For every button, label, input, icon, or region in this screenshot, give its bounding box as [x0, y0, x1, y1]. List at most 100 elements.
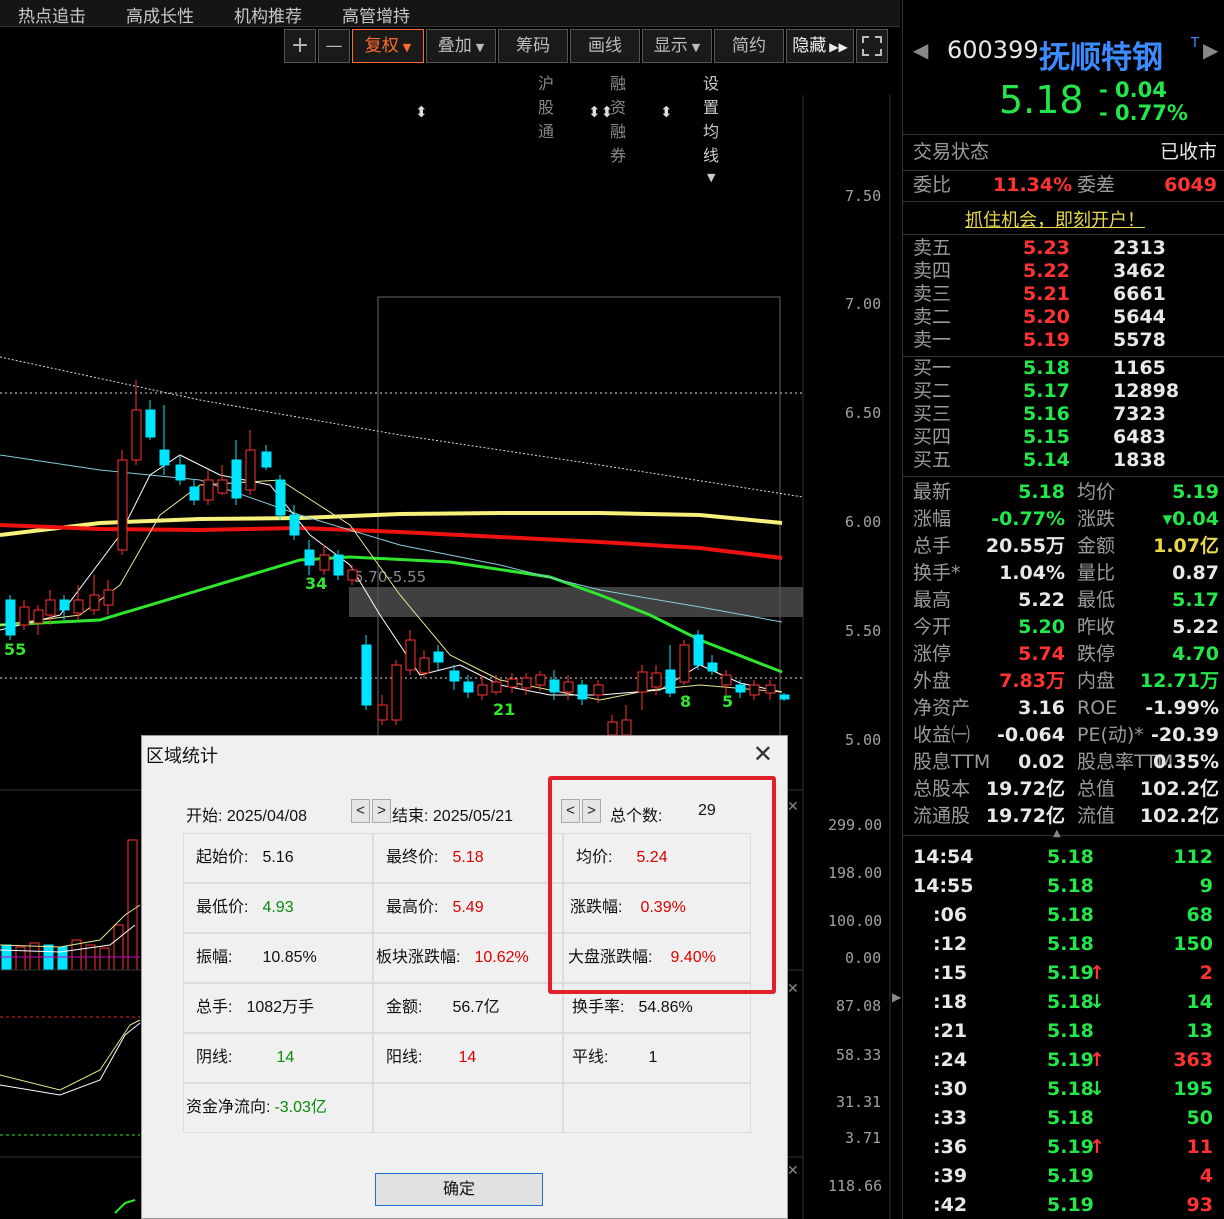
level-label: 卖三	[913, 283, 952, 305]
next-stock-icon[interactable]: ▶	[1203, 38, 1218, 62]
quote-value: 5.17	[1172, 589, 1219, 611]
bid-row[interactable]: 买一 5.18 1165	[903, 357, 1224, 380]
quote-value: 102.2亿	[1139, 805, 1219, 827]
double-chevron-right-icon: ▶▶	[829, 40, 848, 54]
tick-list[interactable]: 14:54 5.18 112 14:55 5.18 9:06 5.18 68:12…	[903, 844, 1224, 1219]
yincang-button[interactable]: 隐藏 ▶▶	[786, 29, 854, 63]
diejia-dropdown[interactable]: 叠加 ▼	[426, 29, 496, 63]
bid-row[interactable]: 买二 5.17 12898	[903, 380, 1224, 403]
close-panel-icon[interactable]: ✕	[787, 1163, 799, 1179]
quote-label: 总股本	[913, 778, 971, 800]
quote-label: 均价	[1077, 481, 1116, 503]
open-label: 起始价:	[196, 849, 249, 866]
ask-row[interactable]: 卖四 5.22 3462	[903, 260, 1224, 283]
marker-arrow-icon: ⬍	[660, 103, 673, 121]
tick-row: :39 5.19 4	[903, 1163, 1224, 1190]
candle	[749, 684, 760, 696]
open-account-link[interactable]: 抓住机会，即刻开户！	[965, 206, 1145, 232]
prev-stock-icon[interactable]: ◀	[913, 38, 928, 62]
ask-row[interactable]: 卖二 5.20 5644	[903, 306, 1224, 329]
volume-bar	[127, 839, 138, 971]
level-label: 买五	[913, 449, 952, 471]
tick-price: 5.18	[1047, 846, 1094, 868]
candle	[721, 674, 732, 686]
bid-row[interactable]: 买三 5.16 7323	[903, 403, 1224, 426]
collapse-handle-icon[interactable]: ▶	[892, 990, 902, 1020]
close-panel-icon[interactable]: ✕	[787, 981, 799, 997]
quote-value: -1.99%	[1145, 697, 1219, 719]
huaxian-button[interactable]: 画线	[570, 29, 640, 63]
amplitude-cell: 振幅: 10.85%	[183, 933, 373, 983]
bid-row[interactable]: 买四 5.15 6483	[903, 426, 1224, 449]
tick-volume: 93	[1186, 1194, 1213, 1216]
start-date: 开始: 2025/04/08	[186, 802, 307, 826]
level-volume: 5644	[1113, 306, 1166, 328]
quote-label: 内盘	[1077, 670, 1116, 692]
menu-item-institution[interactable]: 机构推荐	[234, 2, 302, 27]
tick-row: 14:55 5.18 9	[903, 873, 1224, 900]
candle	[275, 479, 286, 516]
fullscreen-button[interactable]	[856, 29, 888, 63]
ask-row[interactable]: 卖一 5.19 5578	[903, 329, 1224, 352]
quote-row: 总股本 19.72亿 总值 102.2亿	[903, 776, 1224, 803]
close-icon[interactable]: ✕	[753, 740, 773, 769]
quote-value: 0.87	[1172, 562, 1219, 584]
expand-icon[interactable]: ▲	[1053, 828, 1061, 839]
ask-row[interactable]: 卖五 5.23 2313	[903, 237, 1224, 260]
close-panel-icon[interactable]: ✕	[787, 799, 799, 815]
candle	[347, 569, 358, 581]
quote-label: 股息TTM	[913, 751, 991, 773]
quote-value: 5.19	[1172, 481, 1219, 503]
jianyue-button[interactable]: 简约	[714, 29, 784, 63]
candle	[405, 639, 416, 671]
sector-label: 板块涨跌幅:	[376, 949, 461, 966]
bid-row[interactable]: 买五 5.14 1838	[903, 449, 1224, 472]
quote-label: 涨幅	[913, 508, 952, 530]
level-price: 5.14	[1023, 449, 1070, 471]
high-price-cell: 最高价: 5.49	[373, 883, 563, 933]
zoom-in-button[interactable]: +	[284, 29, 316, 63]
start-next-button[interactable]: >	[372, 799, 391, 823]
close-price-cell: 最终价: 5.18	[373, 833, 563, 883]
fuquan-label: 复权	[364, 36, 399, 56]
price-tick: 5.50	[845, 622, 881, 640]
divider	[903, 476, 1224, 477]
order-book: 卖五 5.23 2313 卖四 5.22 3462 卖三 5.21 6661 卖二 5…	[903, 237, 1224, 473]
tick-volume: 195	[1173, 1078, 1213, 1100]
candle	[535, 674, 546, 686]
menu-item-hot[interactable]: 热点追击	[18, 2, 86, 27]
quote-value: 19.72亿	[985, 778, 1065, 800]
ok-button[interactable]: 确定	[375, 1173, 543, 1206]
chouma-button[interactable]: 筹码	[498, 29, 568, 63]
tick-time: :42	[933, 1194, 968, 1216]
level-volume: 7323	[1113, 403, 1166, 425]
tick-volume: 68	[1186, 904, 1213, 926]
zoom-out-button[interactable]: —	[318, 29, 350, 63]
tick-row: :24 5.19 ↑ 363	[903, 1047, 1224, 1074]
fund-flow-cell: 资金净流向: -3.03亿	[183, 1083, 373, 1133]
tick-time: :15	[933, 962, 968, 984]
tick-volume: 9	[1199, 875, 1213, 897]
level-volume: 12898	[1113, 380, 1180, 402]
quote-row: 涨停 5.74 跌停 4.70	[903, 641, 1224, 668]
ind-line	[0, 1019, 141, 1091]
divider	[903, 356, 1224, 357]
quote-value: 5.22	[1018, 589, 1065, 611]
tick-row: :42 5.19 93	[903, 1192, 1224, 1219]
fuquan-dropdown[interactable]: 复权 ▼	[352, 29, 424, 63]
xianshi-dropdown[interactable]: 显示 ▼	[642, 29, 712, 63]
candle	[607, 721, 618, 736]
quote-value: -20.39	[1151, 724, 1219, 746]
chevron-down-icon: ▼	[475, 41, 485, 54]
xianshi-label: 显示	[653, 36, 688, 56]
menu-item-growth[interactable]: 高成长性	[126, 2, 194, 27]
candle	[145, 409, 156, 438]
quote-label: 流通股	[913, 805, 971, 827]
candle	[651, 672, 662, 688]
ask-row[interactable]: 卖三 5.21 6661	[903, 283, 1224, 306]
menu-item-exec-buy[interactable]: 高管增持	[342, 2, 410, 27]
quote-value: 5.74	[1018, 643, 1065, 665]
quote-value: 7.83万	[999, 670, 1065, 692]
candle	[765, 684, 776, 694]
start-prev-button[interactable]: <	[351, 799, 370, 823]
